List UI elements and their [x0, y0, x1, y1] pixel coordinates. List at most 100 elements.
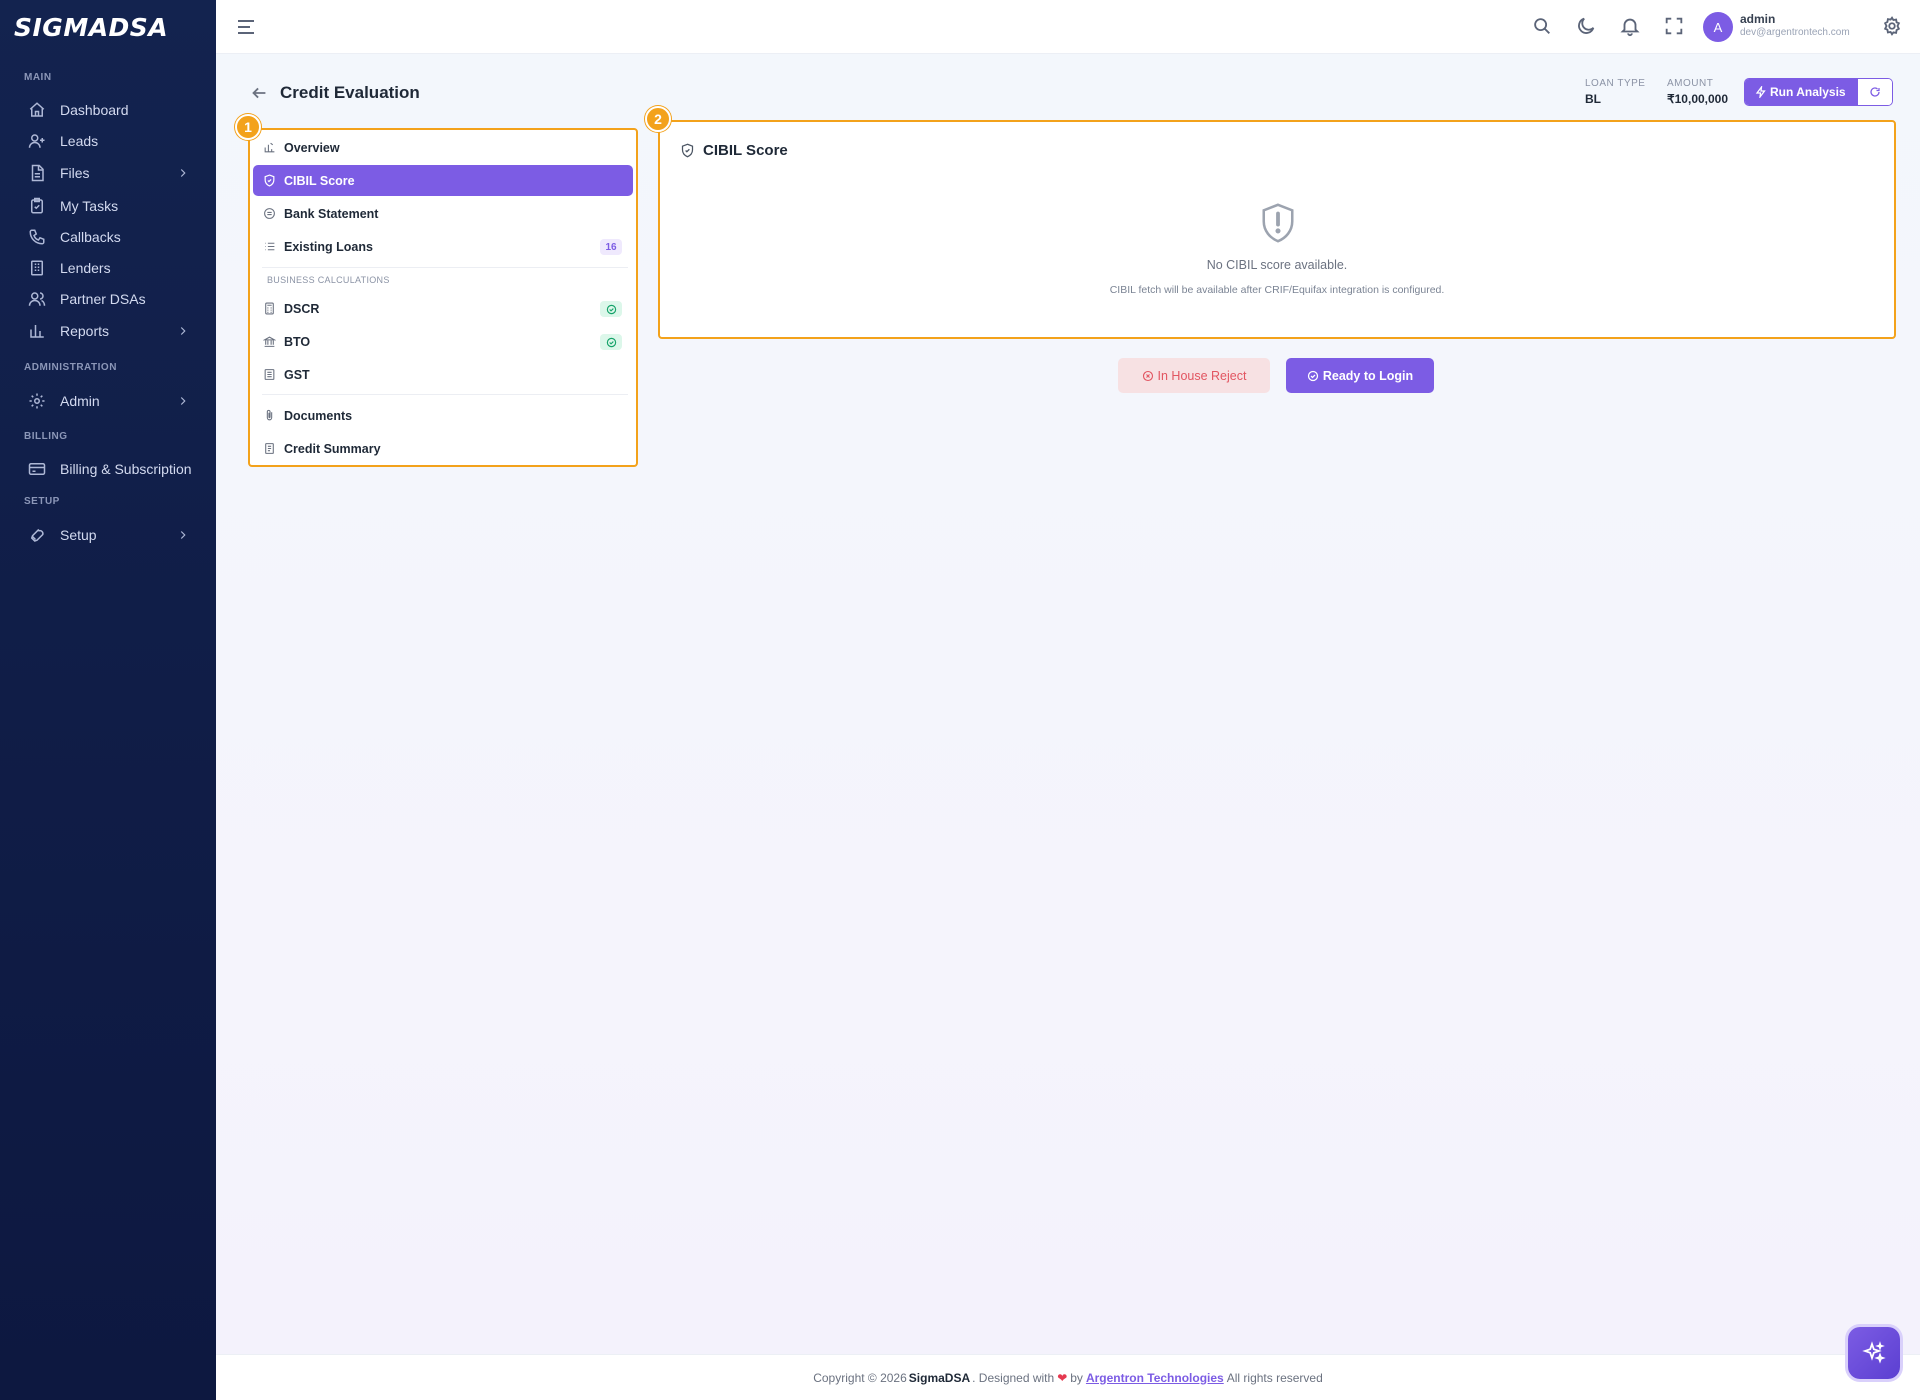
nav-item-dscr[interactable]: DSCR	[253, 293, 633, 324]
back-arrow-icon[interactable]	[248, 82, 270, 104]
existing-loans-count-badge: 16	[600, 239, 622, 255]
ready-to-login-button[interactable]: Ready to Login	[1286, 358, 1434, 393]
nav-item-documents[interactable]: Documents	[253, 400, 633, 431]
cibil-panel-header: CIBIL Score	[680, 142, 788, 159]
list-icon	[265, 242, 275, 251]
document-icon	[265, 443, 274, 454]
user-name[interactable]: admin	[1740, 12, 1775, 26]
sidebar-item-my-tasks[interactable]: My Tasks	[16, 191, 200, 221]
wrench-icon	[30, 528, 44, 542]
notifications-button[interactable]	[1619, 15, 1643, 39]
bar-chart-icon	[264, 142, 275, 153]
sidebar-item-lenders[interactable]: Lenders	[16, 253, 200, 283]
gear-icon	[29, 393, 45, 409]
sidebar-item-billing[interactable]: Billing & Subscription	[16, 454, 200, 484]
sidebar-item-label: Partner DSAs	[60, 291, 146, 307]
settings-button[interactable]	[1881, 15, 1905, 39]
footer-rights: All rights reserved	[1226, 1370, 1323, 1385]
sidebar-item-label: Lenders	[60, 260, 111, 276]
footer-company-link[interactable]: Argentron Technologies	[1086, 1371, 1224, 1385]
refresh-icon	[1870, 87, 1880, 97]
avatar[interactable]: A	[1703, 12, 1733, 42]
credit-card-icon	[28, 463, 46, 475]
bank-icon	[264, 208, 275, 219]
nav-item-label: GST	[284, 367, 310, 382]
lightning-icon	[1755, 86, 1766, 98]
nav-item-label: Documents	[284, 408, 353, 423]
footer-brand: SigmaDSA	[908, 1370, 971, 1385]
phone-icon	[29, 229, 45, 245]
refresh-button[interactable]	[1857, 79, 1892, 105]
step-marker-2: 2	[645, 106, 671, 132]
search-icon	[1534, 18, 1550, 34]
brand-logo[interactable]: SIGMADSA	[0, 0, 216, 54]
page-title: Credit Evaluation	[280, 83, 420, 102]
sidebar-item-label: My Tasks	[60, 198, 119, 214]
sidebar-item-label: Reports	[60, 323, 110, 339]
search-button[interactable]	[1531, 15, 1555, 39]
user-plus-icon	[28, 134, 45, 148]
sidebar-item-files[interactable]: Files	[16, 158, 200, 188]
nav-item-bank-statement[interactable]: Bank Statement	[253, 198, 633, 229]
nav-item-cibil-score[interactable]: CIBIL Score	[253, 165, 633, 196]
loan-type-value: BL	[1585, 92, 1601, 106]
nav-section-business-calculations: BUSINESS CALCULATIONS	[267, 275, 390, 285]
check-circle-icon	[606, 337, 616, 347]
sidebar-item-dashboard[interactable]: Dashboard	[16, 95, 200, 125]
topbar: A admin dev@argentrontech.com	[216, 0, 1920, 54]
sidebar-item-partner-dsas[interactable]: Partner DSAs	[16, 284, 200, 314]
sparkle-icon	[1862, 1341, 1886, 1364]
nav-item-label: Bank Statement	[284, 206, 379, 221]
x-circle-icon	[1142, 370, 1153, 381]
loan-type-meta: LOAN TYPE BL	[1585, 78, 1645, 106]
bto-complete-badge	[600, 334, 622, 350]
theme-toggle-button[interactable]	[1575, 15, 1599, 39]
nav-item-existing-loans[interactable]: Existing Loans 16	[253, 231, 633, 262]
nav-item-label: Overview	[284, 140, 340, 155]
nav-item-overview[interactable]: Overview	[253, 132, 633, 163]
cibil-panel-title: CIBIL Score	[703, 142, 788, 159]
sidebar-section-billing: BILLING	[24, 431, 68, 442]
menu-toggle-button[interactable]	[234, 15, 258, 39]
in-house-reject-button[interactable]: In House Reject	[1118, 358, 1270, 393]
hamburger-icon	[238, 20, 254, 34]
ai-assistant-button[interactable]	[1848, 1327, 1900, 1379]
file-icon	[31, 164, 44, 182]
sidebar-item-admin[interactable]: Admin	[16, 386, 200, 416]
run-analysis-group: Run Analysis	[1744, 78, 1893, 106]
run-analysis-label: Run Analysis	[1770, 85, 1846, 99]
sidebar-item-leads[interactable]: Leads	[16, 126, 200, 156]
check-circle-icon	[1307, 370, 1318, 381]
sidebar-item-label: Setup	[60, 527, 97, 543]
sidebar-item-label: Admin	[60, 393, 100, 409]
run-analysis-button[interactable]: Run Analysis	[1745, 79, 1858, 105]
calculator-icon	[265, 302, 274, 315]
brand-name: SIGMADSA	[14, 12, 169, 42]
user-email: dev@argentrontech.com	[1740, 27, 1850, 38]
nav-divider	[262, 267, 628, 268]
gear-icon	[1883, 16, 1901, 36]
check-circle-icon	[606, 304, 616, 314]
ready-to-login-label: Ready to Login	[1322, 368, 1414, 383]
fullscreen-button[interactable]	[1663, 15, 1687, 39]
nav-item-gst[interactable]: GST	[253, 359, 633, 390]
sidebar-item-label: Leads	[60, 133, 99, 149]
footer: Copyright © 2026 SigmaDSA . Designed wit…	[216, 1354, 1920, 1400]
shield-alert-icon	[1262, 203, 1294, 243]
nav-item-bto[interactable]: BTO	[253, 326, 633, 357]
home-icon	[29, 102, 45, 117]
nav-item-label: Existing Loans	[284, 239, 373, 254]
nav-item-label: BTO	[284, 334, 311, 349]
bell-icon	[1620, 18, 1640, 37]
fullscreen-icon	[1665, 17, 1683, 35]
sidebar-section-setup: SETUP	[24, 496, 60, 507]
sidebar: SIGMADSA MAIN Dashboard Leads Files My T…	[0, 0, 216, 1400]
amount-value: ₹10,00,000	[1667, 92, 1729, 106]
sidebar-item-setup[interactable]: Setup	[16, 520, 200, 550]
sidebar-item-label: Billing & Subscription	[60, 461, 192, 477]
nav-item-credit-summary[interactable]: Credit Summary	[253, 433, 633, 464]
sidebar-item-callbacks[interactable]: Callbacks	[16, 222, 200, 252]
footer-by: by	[1070, 1370, 1083, 1385]
sidebar-item-reports[interactable]: Reports	[16, 316, 200, 346]
step-marker-1: 1	[235, 114, 261, 140]
